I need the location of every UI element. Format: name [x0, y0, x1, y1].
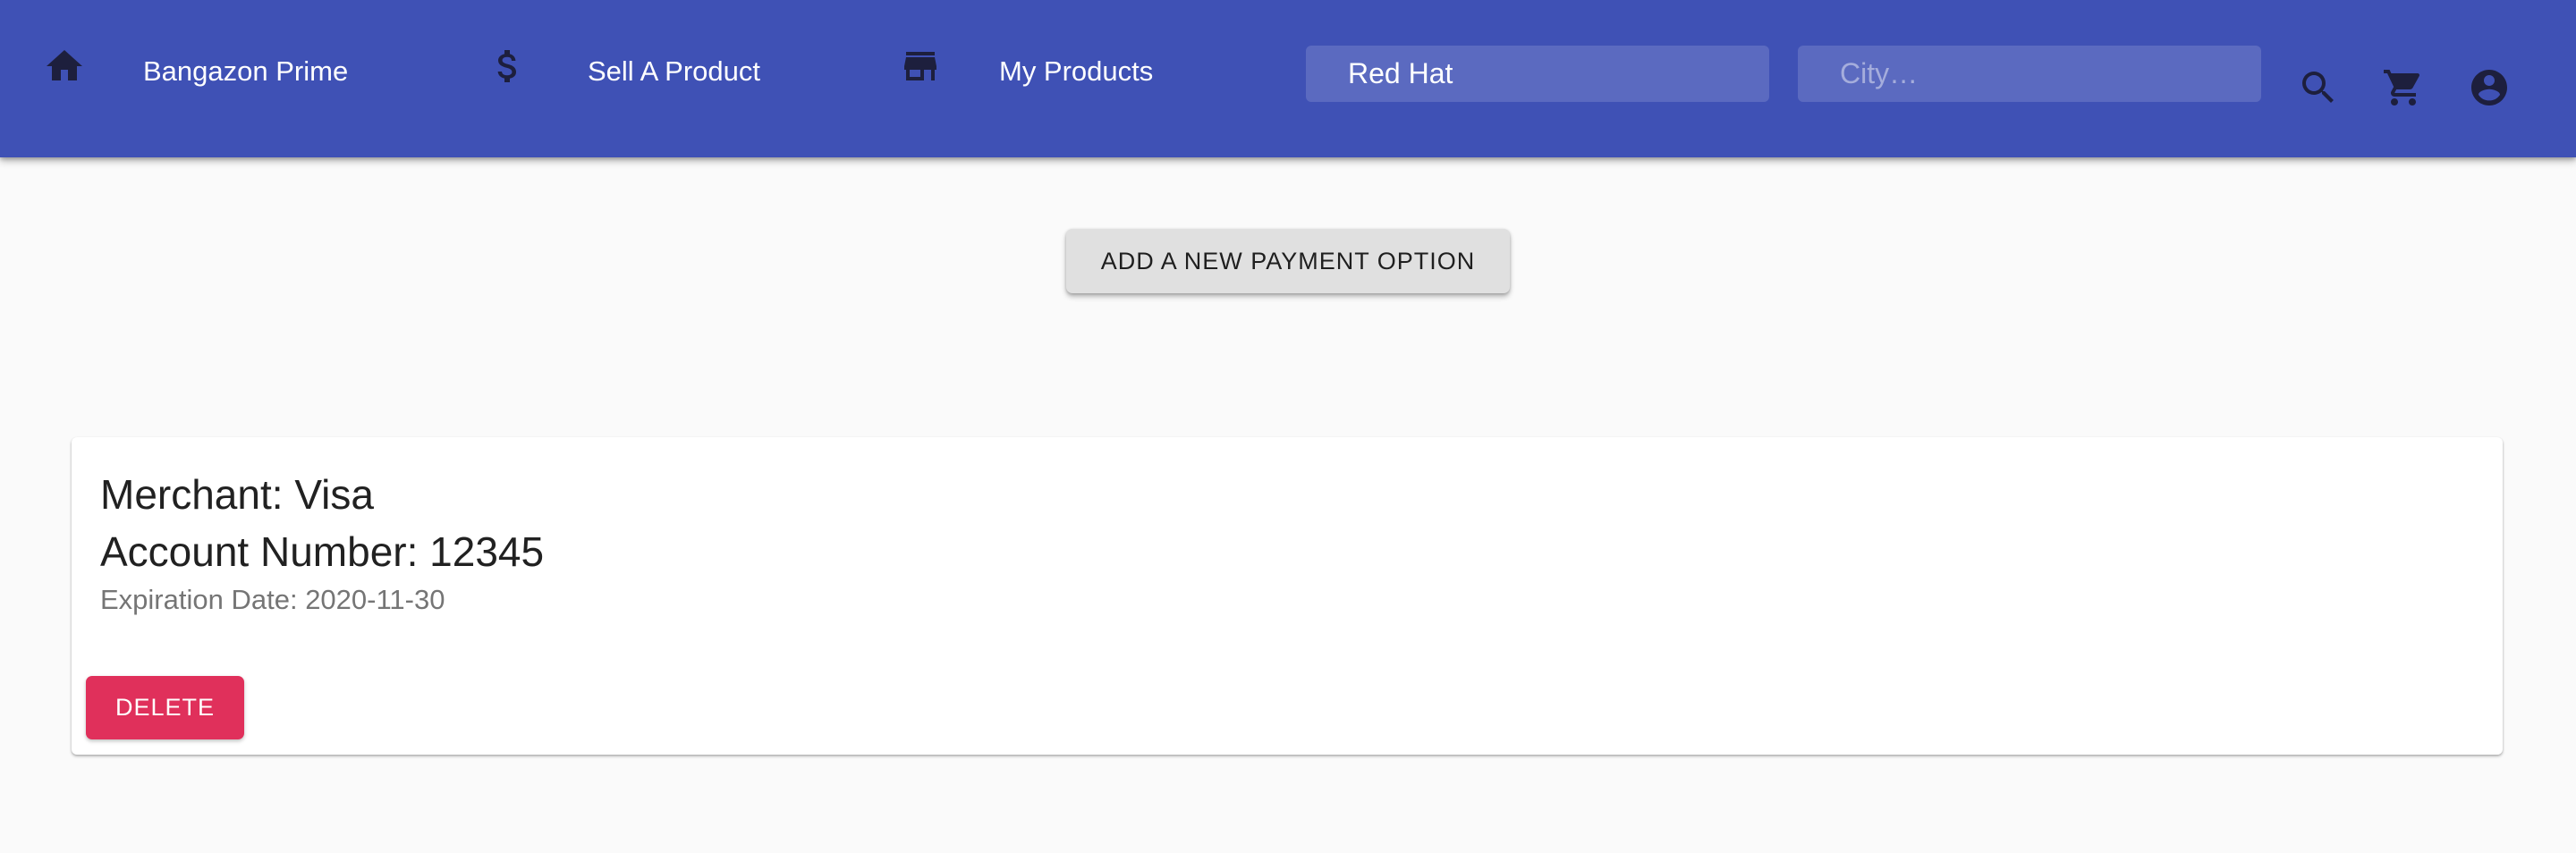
- nav-link-my-products[interactable]: My Products: [999, 54, 1153, 89]
- expiration-date-value: 2020-11-30: [305, 584, 445, 615]
- product-search-input[interactable]: [1306, 46, 1769, 102]
- payment-card: Merchant: Visa Account Number: 12345 Exp…: [72, 437, 2503, 755]
- store-icon[interactable]: [899, 45, 942, 88]
- app-bar: Bangazon Prime Sell A Product My Product…: [0, 0, 2576, 157]
- account-circle-icon[interactable]: [2468, 66, 2511, 109]
- merchant-label: Merchant:: [100, 471, 284, 518]
- delete-payment-button[interactable]: DELETE: [86, 676, 244, 739]
- home-icon[interactable]: [43, 45, 86, 88]
- cart-icon[interactable]: [2382, 66, 2425, 109]
- merchant-line: Merchant: Visa: [100, 469, 374, 519]
- expiration-date-line: Expiration Date: 2020-11-30: [100, 582, 445, 618]
- product-search-box: [1306, 46, 1769, 102]
- add-payment-option-button[interactable]: ADD A NEW PAYMENT OPTION: [1066, 229, 1510, 293]
- account-number-line: Account Number: 12345: [100, 527, 544, 577]
- account-number-label: Account Number:: [100, 528, 419, 575]
- merchant-value: Visa: [294, 471, 374, 518]
- dollar-icon[interactable]: [487, 45, 530, 88]
- expiration-date-label: Expiration Date:: [100, 584, 298, 615]
- city-search-box: [1798, 46, 2261, 102]
- city-search-input[interactable]: [1798, 46, 2261, 102]
- nav-link-sell-a-product[interactable]: Sell A Product: [588, 54, 760, 89]
- account-number-value: 12345: [429, 528, 545, 575]
- nav-link-bangazon-prime[interactable]: Bangazon Prime: [143, 54, 348, 89]
- search-icon[interactable]: [2297, 66, 2340, 109]
